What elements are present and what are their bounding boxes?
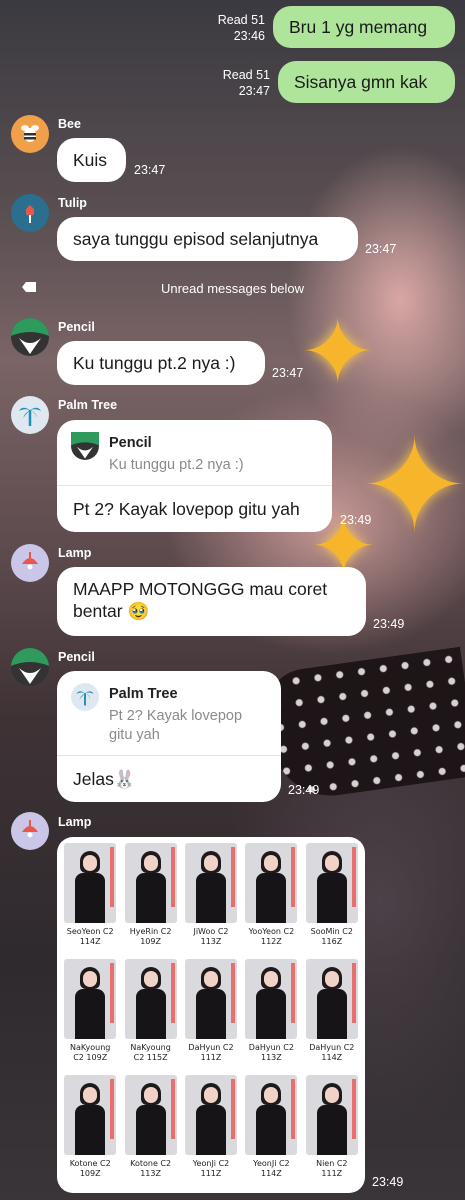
photocard: HyeRin C2 109Z: [123, 843, 177, 955]
message-time: 23:47: [134, 163, 166, 177]
photocard-photo: [64, 1075, 117, 1155]
message-time: 23:49: [372, 1175, 404, 1189]
message-bubble-mine[interactable]: Sisanya gmn kak: [278, 61, 455, 103]
sparkle-decoration: ✦: [300, 300, 376, 405]
photocard-photo: [245, 959, 298, 1039]
unread-divider: Unread messages below: [160, 281, 305, 296]
photocard: DaHyun C2 111Z: [184, 959, 238, 1071]
photocard-caption: DaHyun C2 113Z: [248, 1043, 294, 1062]
pencil-icon[interactable]: [11, 318, 49, 356]
photocard-caption: DaHyun C2 114Z: [309, 1043, 355, 1062]
palm-tree-icon: [71, 683, 99, 711]
sender-name: Lamp: [58, 815, 92, 829]
message-time: 23:47: [365, 242, 397, 256]
sender-name: Bee: [58, 117, 81, 131]
photocard-caption: SeoYeon C2 114Z: [66, 927, 114, 946]
lamp-icon[interactable]: [11, 544, 49, 582]
photocard-photo: [64, 959, 117, 1039]
quoted-message[interactable]: Palm Tree Pt 2? Kayak lovepop gitu yah: [57, 671, 281, 756]
photocard: Nien C2 111Z: [305, 1075, 359, 1187]
photocard: SooMin C2 116Z: [305, 843, 359, 955]
photocard-photo: [305, 1075, 358, 1155]
photocard-caption: YooYeon C2 112Z: [248, 927, 295, 946]
pencil-icon: [71, 432, 99, 460]
photocard-caption: YeonJi C2 114Z: [253, 1159, 290, 1178]
photocard-caption: YeonJi C2 111Z: [192, 1159, 230, 1178]
photocard-photo: [124, 959, 177, 1039]
photocard: JiWoo C2 113Z: [184, 843, 238, 955]
message-time: 23:49: [373, 617, 405, 631]
sender-name: Palm Tree: [58, 398, 118, 412]
photocard-photo: [305, 959, 358, 1039]
tulip-icon[interactable]: [11, 194, 49, 232]
message-bubble[interactable]: saya tunggu episod selanjutnya: [57, 217, 358, 261]
photocard-photo: [305, 843, 358, 923]
photocard: DaHyun C2 114Z: [305, 959, 359, 1071]
lamp-icon[interactable]: [11, 812, 49, 850]
photocard-photo: [184, 959, 237, 1039]
photocard: NaKyoung C2 109Z: [63, 959, 117, 1071]
quoted-text: Ku tunggu pt.2 nya :): [109, 457, 244, 473]
reply-message-bubble[interactable]: Palm Tree Pt 2? Kayak lovepop gitu yah J…: [57, 671, 281, 802]
photocard-caption: JiWoo C2 113Z: [193, 927, 229, 946]
photocard: Kotone C2 113Z: [123, 1075, 177, 1187]
photocard-caption: NaKyoung C2 115Z: [130, 1043, 171, 1062]
message-bubble[interactable]: MAAPP MOTONGGG mau coret bentar 🥹: [57, 567, 366, 636]
photocard-photo: [245, 1075, 298, 1155]
bee-icon[interactable]: [11, 115, 49, 153]
sender-name: Pencil: [58, 320, 95, 334]
photocard-caption: DaHyun C2 111Z: [188, 1043, 234, 1062]
photocard: Kotone C2 109Z: [63, 1075, 117, 1187]
pencil-icon[interactable]: [11, 648, 49, 686]
photocard-photo: [124, 1075, 177, 1155]
photocard-image-message[interactable]: SeoYeon C2 114Z HyeRin C2 109Z JiWoo C2 113Z Y…: [57, 837, 365, 1193]
photocard: NaKyoung C2 115Z: [123, 959, 177, 1071]
photocard-photo: [64, 843, 117, 923]
message-text: MAAPP MOTONGGG mau coret bentar: [73, 579, 328, 621]
message-text: Jelas🐰: [73, 769, 136, 789]
photocard: SeoYeon C2 114Z: [63, 843, 117, 955]
read-receipt: Read 51 23:46: [217, 13, 265, 43]
photocard: YooYeon C2 112Z: [244, 843, 298, 955]
sender-name: Lamp: [58, 546, 92, 560]
message-time: 23:47: [272, 366, 304, 380]
sender-name: Pencil: [58, 650, 95, 664]
quoted-message[interactable]: Pencil Ku tunggu pt.2 nya :): [57, 420, 332, 486]
message-time: 23:49: [288, 783, 320, 797]
pleading-face-emoji: 🥹: [127, 601, 150, 621]
photocard-caption: Kotone C2 113Z: [130, 1159, 172, 1178]
photocard: YeonJi C2 114Z: [244, 1075, 298, 1187]
quoted-text: Pt 2? Kayak lovepop gitu yah: [109, 708, 243, 743]
photocard-photo: [245, 843, 298, 923]
photocard-photo: [184, 843, 237, 923]
message-bubble[interactable]: Kuis: [57, 138, 126, 182]
photocard-caption: HyeRin C2 109Z: [129, 927, 172, 946]
message-bubble[interactable]: Ku tunggu pt.2 nya :): [57, 341, 265, 385]
sender-name: Tulip: [58, 196, 87, 210]
photocard-caption: SooMin C2 116Z: [310, 927, 353, 946]
photocard: DaHyun C2 113Z: [244, 959, 298, 1071]
photocard-photo: [124, 843, 177, 923]
bunny-emoji: 🐰: [113, 769, 136, 789]
quoted-sender: Palm Tree: [109, 686, 178, 702]
message-time: 23:49: [340, 513, 372, 527]
wallpaper-pattern: [261, 646, 465, 804]
photocard-caption: Nien C2 111Z: [316, 1159, 348, 1178]
photocard-caption: Kotone C2 109Z: [69, 1159, 111, 1178]
palm-tree-icon[interactable]: [11, 396, 49, 434]
read-receipt: Read 51 23:47: [222, 68, 270, 98]
photocard-photo: [184, 1075, 237, 1155]
message-bubble-mine[interactable]: Bru 1 yg memang: [273, 6, 455, 48]
quoted-sender: Pencil: [109, 435, 152, 451]
photocard-caption: NaKyoung C2 109Z: [69, 1043, 111, 1062]
reply-message-bubble[interactable]: Pencil Ku tunggu pt.2 nya :) Pt 2? Kayak…: [57, 420, 332, 532]
message-text: Pt 2? Kayak lovepop gitu yah: [73, 499, 300, 519]
photocard: YeonJi C2 111Z: [184, 1075, 238, 1187]
